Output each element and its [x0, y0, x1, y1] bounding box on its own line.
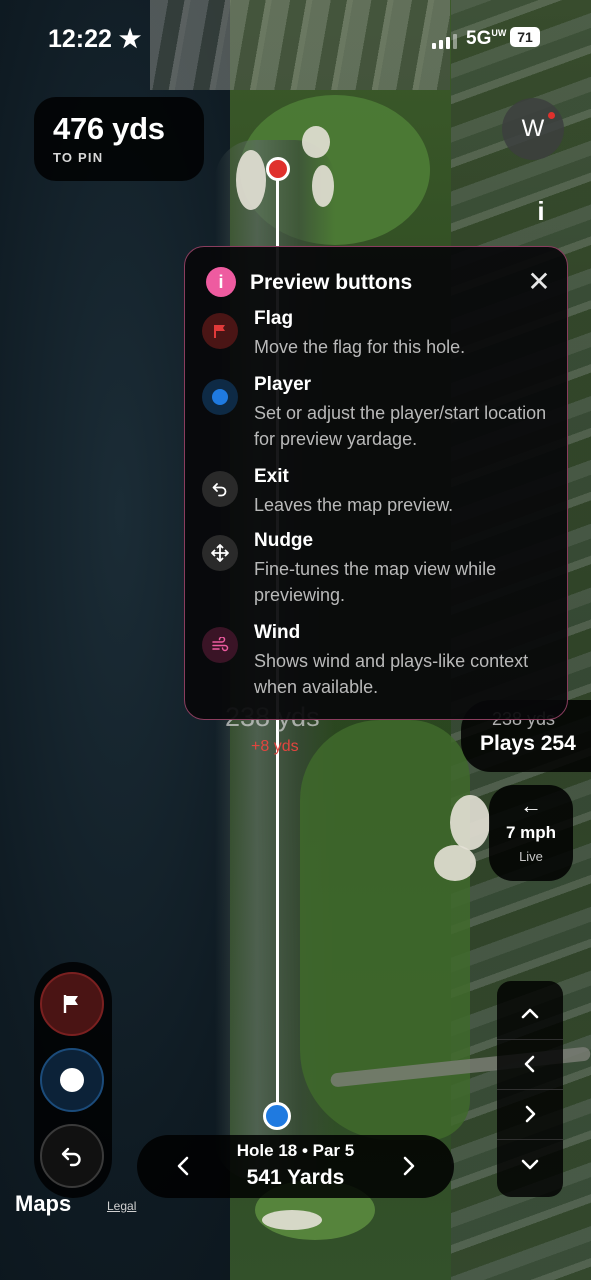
flag-button[interactable]: [40, 972, 104, 1036]
exit-button[interactable]: [40, 1124, 104, 1188]
preview-control-stack: [34, 962, 112, 1198]
chevron-up-icon: [521, 1008, 539, 1019]
status-time: 12:22 ★: [48, 25, 142, 53]
mid-distance-delta: +8 yds: [251, 738, 299, 755]
wind-card[interactable]: ← 7 mph Live: [489, 785, 573, 881]
next-hole-button[interactable]: [395, 1153, 421, 1179]
chevron-right-icon: [525, 1105, 536, 1123]
plays-like-value: Plays 254: [480, 732, 576, 755]
legend-item-name: Wind: [254, 622, 301, 643]
nudge-pad: [497, 981, 563, 1197]
chevron-down-icon: [521, 1159, 539, 1170]
bunker: [312, 165, 334, 207]
compass-button[interactable]: W: [502, 98, 564, 160]
network-label: 5GUW: [466, 28, 507, 49]
legend-item-name: Nudge: [254, 530, 314, 551]
legend-item-description: Fine-tunes the map view while previewing…: [254, 559, 497, 605]
status-bar: 12:22 ★ 5GUW 71: [0, 22, 591, 58]
info-button[interactable]: i: [522, 192, 560, 230]
nudge-left-button[interactable]: [497, 1039, 563, 1089]
compass-needle-icon: [548, 112, 555, 119]
preview-buttons-modal: i Preview buttons ✕ Flag Move the flag f…: [184, 246, 568, 720]
pin-marker[interactable]: [266, 157, 290, 181]
flag-icon: [202, 313, 238, 349]
exit-arrow-icon: [61, 1147, 81, 1167]
modal-title: Preview buttons: [250, 271, 413, 294]
close-icon: ✕: [527, 266, 551, 297]
info-icon: i: [206, 267, 236, 297]
legal-link[interactable]: Legal: [107, 1199, 136, 1213]
maps-attribution: Maps: [15, 1191, 72, 1216]
golf-preview-screen: 12:22 ★ 5GUW 71 476 yds TO PIN W i 238 y…: [0, 0, 591, 1280]
bunker: [434, 845, 476, 881]
legend-item-description: Leaves the map preview.: [254, 495, 454, 515]
player-dot-icon: [60, 1068, 84, 1092]
flag-icon: [63, 995, 78, 1013]
distance-label: TO PIN: [53, 150, 104, 165]
wind-direction-icon: ←: [520, 793, 542, 818]
exit-arrow-icon: [202, 471, 238, 507]
legend-item-name: Flag: [254, 308, 294, 329]
chevron-right-icon: [403, 1156, 415, 1176]
wind-icon: [202, 627, 238, 663]
signal-icon: [432, 33, 457, 49]
wind-status: Live: [519, 849, 543, 864]
player-dot-icon: [202, 379, 238, 415]
distance-value: 476 yds: [53, 111, 165, 146]
player-marker[interactable]: [263, 1102, 291, 1130]
chevron-left-icon: [524, 1055, 535, 1073]
bunker: [262, 1210, 322, 1230]
bunker: [236, 150, 266, 210]
compass-heading: W: [521, 115, 545, 142]
wind-speed: 7 mph: [505, 823, 557, 842]
move-icon: [202, 535, 238, 571]
nudge-down-button[interactable]: [497, 1139, 563, 1189]
distance-to-pin-card: 476 yds TO PIN: [34, 97, 204, 181]
bunker: [450, 795, 490, 850]
nudge-up-button[interactable]: [497, 989, 563, 1039]
star-icon: ★: [118, 25, 142, 53]
legend-item-description: Move the flag for this hole.: [254, 337, 466, 357]
legend-item-description: Set or adjust the player/start location …: [254, 403, 547, 449]
legend-item-name: Exit: [254, 466, 289, 487]
close-button[interactable]: ✕: [524, 267, 554, 297]
info-icon: i: [537, 195, 545, 226]
hole-navigation: Hole 18 • Par 5 541 Yards: [137, 1135, 454, 1198]
legend-item-name: Player: [254, 374, 312, 395]
legend-item-description: Shows wind and plays-like context when a…: [254, 651, 529, 697]
nudge-right-button[interactable]: [497, 1089, 563, 1139]
player-button[interactable]: [40, 1048, 104, 1112]
bunker: [302, 126, 330, 158]
battery-icon: 71: [510, 27, 540, 47]
